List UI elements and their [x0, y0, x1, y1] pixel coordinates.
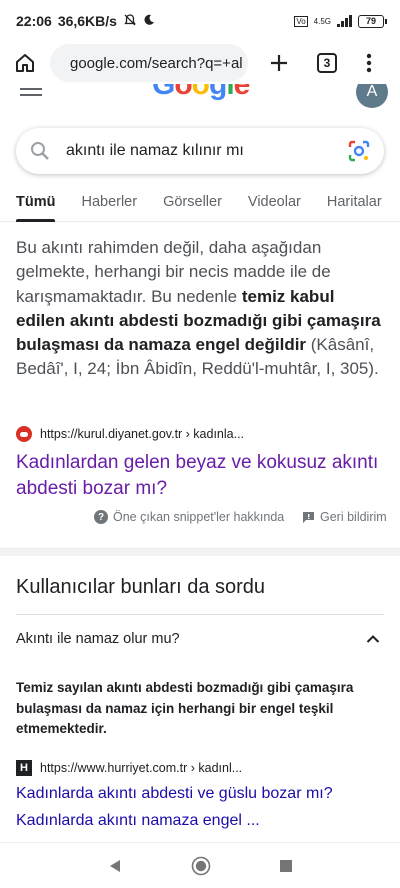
signal-icon	[337, 15, 352, 27]
tab-news[interactable]: Haberler	[81, 182, 137, 222]
menu-button[interactable]	[352, 46, 386, 80]
section-divider	[0, 548, 400, 556]
search-box[interactable]: akıntı ile namaz kılınır mı	[16, 128, 384, 174]
search-input[interactable]: akıntı ile namaz kılınır mı	[66, 142, 244, 160]
tab-switcher-button[interactable]: 3	[310, 46, 344, 80]
network-type: 4.5G	[313, 16, 331, 26]
help-icon: ?	[94, 510, 108, 524]
new-tab-button[interactable]	[262, 46, 296, 80]
browser-toolbar: google.com/search?q=+al 3	[0, 42, 400, 84]
url-text: google.com/search?q=+al	[70, 54, 243, 72]
hamburger-menu-icon[interactable]	[20, 88, 42, 100]
back-icon[interactable]	[107, 858, 123, 874]
moon-icon	[143, 13, 155, 29]
paa-question-text: Akıntı ile namaz olur mu?	[16, 631, 180, 647]
paa-question[interactable]: Akıntı ile namaz olur mu?	[16, 622, 384, 656]
plus-icon	[271, 55, 287, 71]
hurriyet-favicon: H	[16, 760, 32, 776]
feedback-icon	[303, 511, 314, 523]
more-vert-icon	[366, 53, 372, 73]
paa-source-url: https://www.hurriyet.com.tr › kadınl...	[40, 761, 243, 775]
tab-count: 3	[317, 53, 337, 73]
system-nav-bar	[0, 842, 400, 888]
google-logo[interactable]: Google	[152, 84, 250, 102]
battery-icon: 79	[358, 14, 387, 28]
tab-maps[interactable]: Haritalar	[327, 182, 382, 222]
google-lens-icon[interactable]	[348, 140, 370, 162]
search-icon[interactable]	[30, 141, 50, 161]
volte-icon: Vo	[294, 15, 308, 27]
google-header: Google A	[0, 84, 400, 114]
paa-link-1[interactable]: Kadınlarda akıntı abdesti ve güslu bozar…	[16, 785, 333, 803]
paa-answer: Temiz sayılan akıntı abdesti bozmadığı g…	[16, 680, 354, 736]
status-speed: 36,6KB/s	[57, 13, 117, 29]
mute-icon	[123, 13, 137, 30]
about-snippets-link[interactable]: ? Öne çıkan snippet'ler hakkında	[94, 510, 284, 524]
tab-videos[interactable]: Videolar	[248, 182, 301, 222]
account-avatar[interactable]: A	[356, 84, 388, 108]
address-bar[interactable]: google.com/search?q=+al	[50, 44, 248, 82]
paa-source[interactable]: H https://www.hurriyet.com.tr › kadınl..…	[16, 760, 242, 776]
snippet-source[interactable]: https://kurul.diyanet.gov.tr › kadınla..…	[16, 426, 244, 442]
featured-snippet-text: Bu akıntı rahimden değil, daha aşağıdan …	[16, 238, 381, 379]
battery-level: 79	[365, 15, 376, 26]
search-tabs: Tümü Haberler Görseller Videolar Harital…	[0, 182, 400, 222]
snippet-source-url: https://kurul.diyanet.gov.tr › kadınla..…	[40, 427, 245, 441]
status-bar: 22:06 36,6KB/s Vo 4.5G 79	[0, 0, 400, 42]
diyanet-favicon	[16, 426, 32, 442]
tab-images[interactable]: Görseller	[163, 182, 222, 222]
snippet-title-link[interactable]: Kadınlardan gelen beyaz ve kokusuz akınt…	[16, 450, 386, 502]
home-circle-icon[interactable]	[191, 856, 211, 876]
recents-icon[interactable]	[279, 859, 293, 873]
home-button[interactable]	[8, 46, 42, 80]
paa-divider	[16, 614, 384, 615]
status-time: 22:06	[16, 13, 52, 29]
home-icon	[16, 54, 34, 72]
feedback-link[interactable]: Geri bildirim	[302, 510, 387, 524]
paa-heading: Kullanıcılar bunları da sordu	[16, 576, 266, 598]
tab-all[interactable]: Tümü	[16, 182, 56, 222]
paa-link-2[interactable]: Kadınlarda akıntı namaza engel ...	[16, 812, 260, 830]
chevron-up-icon	[366, 635, 380, 643]
